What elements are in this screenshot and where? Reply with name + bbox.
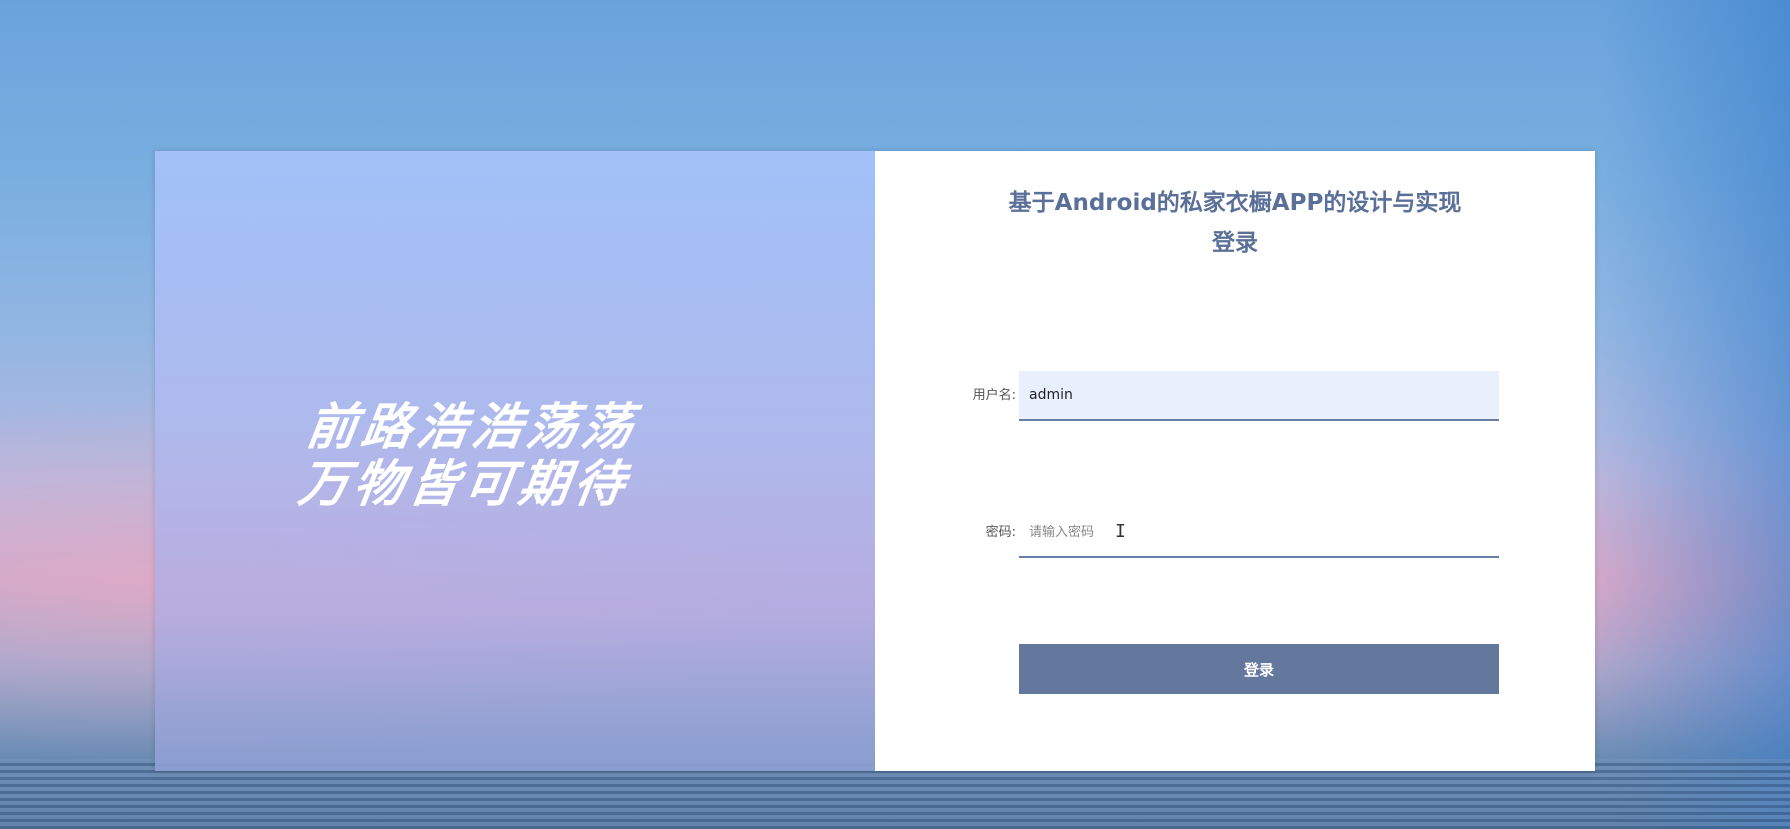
login-heading: 登录 (1212, 230, 1258, 256)
page-title: 基于Android的私家衣橱APP的设计与实现 登录 (875, 183, 1595, 263)
username-row: 用户名: (875, 371, 1595, 421)
slogan-panel: 前路浩浩荡荡 万物皆可期待 (155, 151, 875, 771)
password-input[interactable] (1019, 508, 1499, 558)
login-button[interactable]: 登录 (1019, 644, 1499, 694)
password-label: 密码: (985, 525, 1016, 540)
login-form-panel: 基于Android的私家衣橱APP的设计与实现 登录 用户名: 密码: I 登录 (875, 151, 1595, 771)
username-input[interactable] (1019, 371, 1499, 421)
slogan: 前路浩浩荡荡 万物皆可期待 (294, 398, 642, 513)
login-card: 前路浩浩荡荡 万物皆可期待 基于Android的私家衣橱APP的设计与实现 登录… (155, 151, 1595, 771)
background-edge (1600, 0, 1790, 829)
slogan-line-1: 前路浩浩荡荡 (303, 398, 642, 456)
app-title: 基于Android的私家衣橱APP的设计与实现 (1008, 190, 1462, 216)
password-row: 密码: I (875, 508, 1595, 558)
slogan-line-2: 万物皆可期待 (294, 455, 634, 513)
username-label: 用户名: (972, 388, 1016, 403)
